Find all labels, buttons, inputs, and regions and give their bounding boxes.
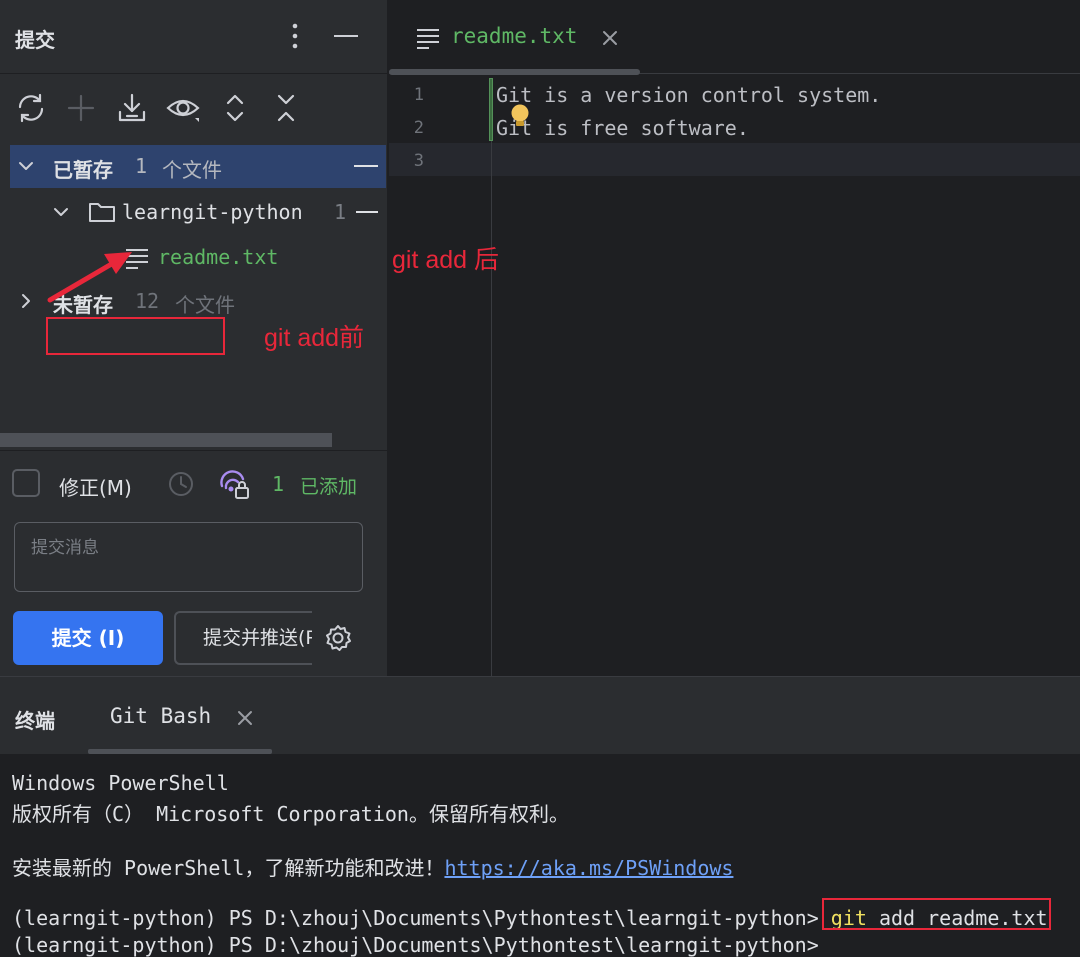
editor-tab-readme[interactable]: readme.txt	[451, 24, 577, 48]
folder-count: 1	[334, 200, 347, 224]
staged-count: 1	[135, 154, 148, 178]
amend-label: 修正(M)	[59, 476, 132, 500]
line-number: 3	[413, 151, 424, 171]
editor: readme.txt 1 2 3 Git is a version contro…	[389, 0, 1080, 676]
code-line[interactable]: Git is free software.	[496, 116, 749, 140]
terminal-link[interactable]: https://aka.ms/PSWindows	[444, 856, 733, 880]
add-icon[interactable]	[61, 86, 101, 130]
amend-checkbox[interactable]	[12, 469, 40, 497]
terminal-line: Windows PowerShell	[12, 771, 229, 795]
close-icon[interactable]	[601, 29, 619, 47]
terminal-text: 安装最新的 PowerShell，了解新功能和改进！	[12, 856, 445, 880]
chevron-right-icon	[18, 293, 34, 309]
annotation-box-before	[46, 317, 225, 355]
annotation-arrow	[40, 240, 140, 310]
ai-assistant-lock-icon[interactable]	[219, 470, 251, 500]
commit-and-push-button[interactable]: 提交并推送(P)...	[174, 611, 312, 665]
editor-tab-bar: readme.txt	[389, 0, 1080, 75]
unstage-all-icon[interactable]	[354, 165, 378, 167]
added-count: 1	[272, 472, 285, 496]
terminal-title: 终端	[15, 709, 55, 733]
commit-toolbar	[0, 86, 387, 130]
chevron-down-icon	[53, 204, 69, 220]
staged-label: 已暂存	[53, 158, 113, 182]
terminal-header: 终端 Git Bash	[0, 677, 1080, 754]
staged-unit: 个文件	[162, 158, 222, 182]
eye-icon[interactable]	[163, 86, 203, 130]
collapse-all-icon[interactable]	[266, 86, 306, 130]
staged-group-row[interactable]: 已暂存 1 个文件	[10, 145, 386, 188]
refresh-icon[interactable]	[11, 86, 51, 130]
unstage-folder-icon[interactable]	[356, 211, 378, 213]
code-line[interactable]: Git is a version control system.	[496, 83, 881, 107]
text-file-icon	[416, 27, 440, 49]
more-options-icon[interactable]	[284, 22, 306, 50]
annotation-before-label: git add前	[264, 324, 365, 352]
change-marker[interactable]	[489, 78, 493, 141]
close-icon[interactable]	[236, 709, 254, 727]
lightbulb-icon[interactable]	[510, 104, 530, 128]
terminal-tab-indicator	[88, 749, 272, 754]
line-number: 2	[413, 118, 424, 138]
commit-button[interactable]: 提交 (I)	[13, 611, 163, 665]
terminal-prompt: (learngit-python) PS D:\zhouj\Documents\…	[12, 906, 831, 930]
chevron-down-icon	[18, 158, 34, 174]
download-icon[interactable]	[112, 86, 152, 130]
commit-panel-header: 提交	[0, 0, 387, 74]
added-label: 已添加	[300, 476, 358, 498]
editor-scrollbar[interactable]	[389, 69, 640, 75]
gutter-separator	[491, 78, 492, 676]
history-icon[interactable]	[167, 470, 195, 498]
file-name: readme.txt	[158, 245, 279, 269]
commit-message-input[interactable]	[14, 522, 363, 592]
folder-name: learngit-python	[122, 200, 303, 224]
terminal-tab-git-bash[interactable]: Git Bash	[110, 704, 211, 728]
annotation-after-label: git add 后	[392, 246, 500, 274]
folder-row[interactable]: learngit-python 1	[10, 190, 386, 233]
minimize-icon[interactable]	[334, 35, 358, 37]
horizontal-scrollbar[interactable]	[0, 433, 332, 447]
annotation-box-command	[822, 898, 1051, 930]
terminal-line: 安装最新的 PowerShell，了解新功能和改进！https://aka.ms…	[12, 852, 733, 881]
line-number: 1	[413, 85, 424, 105]
current-line-highlight	[389, 143, 1080, 176]
commit-panel-title: 提交	[15, 28, 55, 52]
divider	[0, 450, 387, 451]
gear-icon[interactable]	[324, 624, 352, 652]
expand-all-icon[interactable]	[215, 86, 255, 130]
folder-icon	[88, 200, 116, 224]
terminal-line: 版权所有（C） Microsoft Corporation。保留所有权利。	[12, 802, 569, 826]
terminal-prompt-line[interactable]: (learngit-python) PS D:\zhouj\Documents\…	[12, 933, 831, 957]
unstaged-unit: 个文件	[175, 293, 235, 317]
